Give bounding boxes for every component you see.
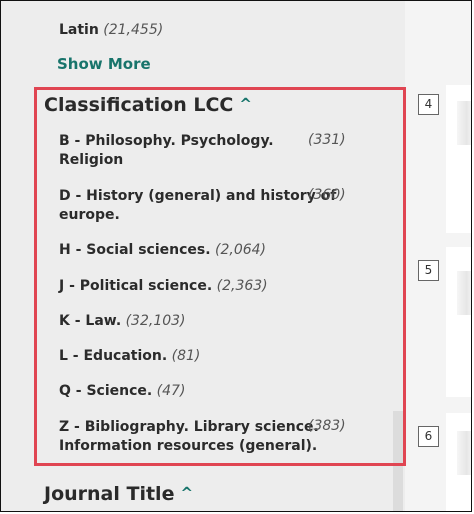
chevron-up-icon[interactable]: ^ — [180, 484, 193, 502]
facet-item-z[interactable]: Z - Bibliography. Library science. Infor… — [59, 418, 319, 456]
result-number: 5 — [418, 260, 439, 281]
facet-count: (81) — [171, 348, 201, 364]
facet-group-label: Classification LCC — [44, 94, 234, 116]
result-thumbnail[interactable] — [446, 247, 471, 397]
facet-group-title-journal[interactable]: Journal Title ^ — [44, 483, 193, 505]
facet-group-label: Journal Title — [44, 483, 175, 505]
facet-item-d[interactable]: D - History (general) and history of eur… — [59, 187, 336, 225]
scrollbar[interactable] — [393, 411, 403, 511]
facet-count: (47) — [156, 383, 186, 399]
facet-item-q[interactable]: Q - Science. (47) — [59, 382, 185, 401]
book-cover-icon — [457, 271, 471, 315]
facet-label: J - Political science. — [59, 278, 213, 294]
facet-label: L - Education. — [59, 348, 168, 364]
facet-count: (2,064) — [215, 242, 267, 258]
facet-item-h[interactable]: H - Social sciences. (2,064) — [59, 241, 266, 260]
chevron-up-icon[interactable]: ^ — [239, 95, 252, 113]
book-cover-icon — [457, 101, 471, 145]
facet-count: (360) — [308, 187, 346, 203]
facet-label-line2: Information resources (general). — [59, 438, 318, 454]
result-number: 6 — [418, 426, 439, 447]
facet-label-line2: europe. — [59, 207, 120, 223]
facet-count: (331) — [308, 132, 346, 148]
facet-label: Latin — [59, 22, 99, 38]
facet-label: K - Law. — [59, 313, 122, 329]
facet-count: (383) — [308, 418, 346, 434]
facet-count: (32,103) — [125, 313, 186, 329]
facet-count: (2,363) — [216, 278, 268, 294]
facet-item-k[interactable]: K - Law. (32,103) — [59, 312, 186, 331]
facet-item-j[interactable]: J - Political science. (2,363) — [59, 277, 268, 296]
facet-count: (21,455) — [103, 22, 164, 38]
facet-label: B - Philosophy. Psychology. — [59, 133, 274, 149]
result-number: 4 — [418, 94, 439, 115]
facet-group-title[interactable]: Classification LCC ^ — [44, 94, 252, 116]
book-cover-icon — [457, 431, 471, 475]
facet-item-b[interactable]: B - Philosophy. Psychology. Religion — [59, 132, 274, 170]
facet-label: D - History (general) and history of — [59, 188, 337, 204]
facet-label: Q - Science. — [59, 383, 153, 399]
show-more-link[interactable]: Show More — [57, 55, 151, 73]
facet-label: Z - Bibliography. Library science. — [59, 419, 319, 435]
facet-label: H - Social sciences. — [59, 242, 211, 258]
facet-item-latin[interactable]: Latin (21,455) — [59, 21, 163, 40]
facet-label-line2: Religion — [59, 152, 124, 168]
facet-item-l[interactable]: L - Education. (81) — [59, 347, 200, 366]
screenshot-frame: 4 5 6 Latin (21,455) Show More Classific… — [0, 0, 472, 512]
